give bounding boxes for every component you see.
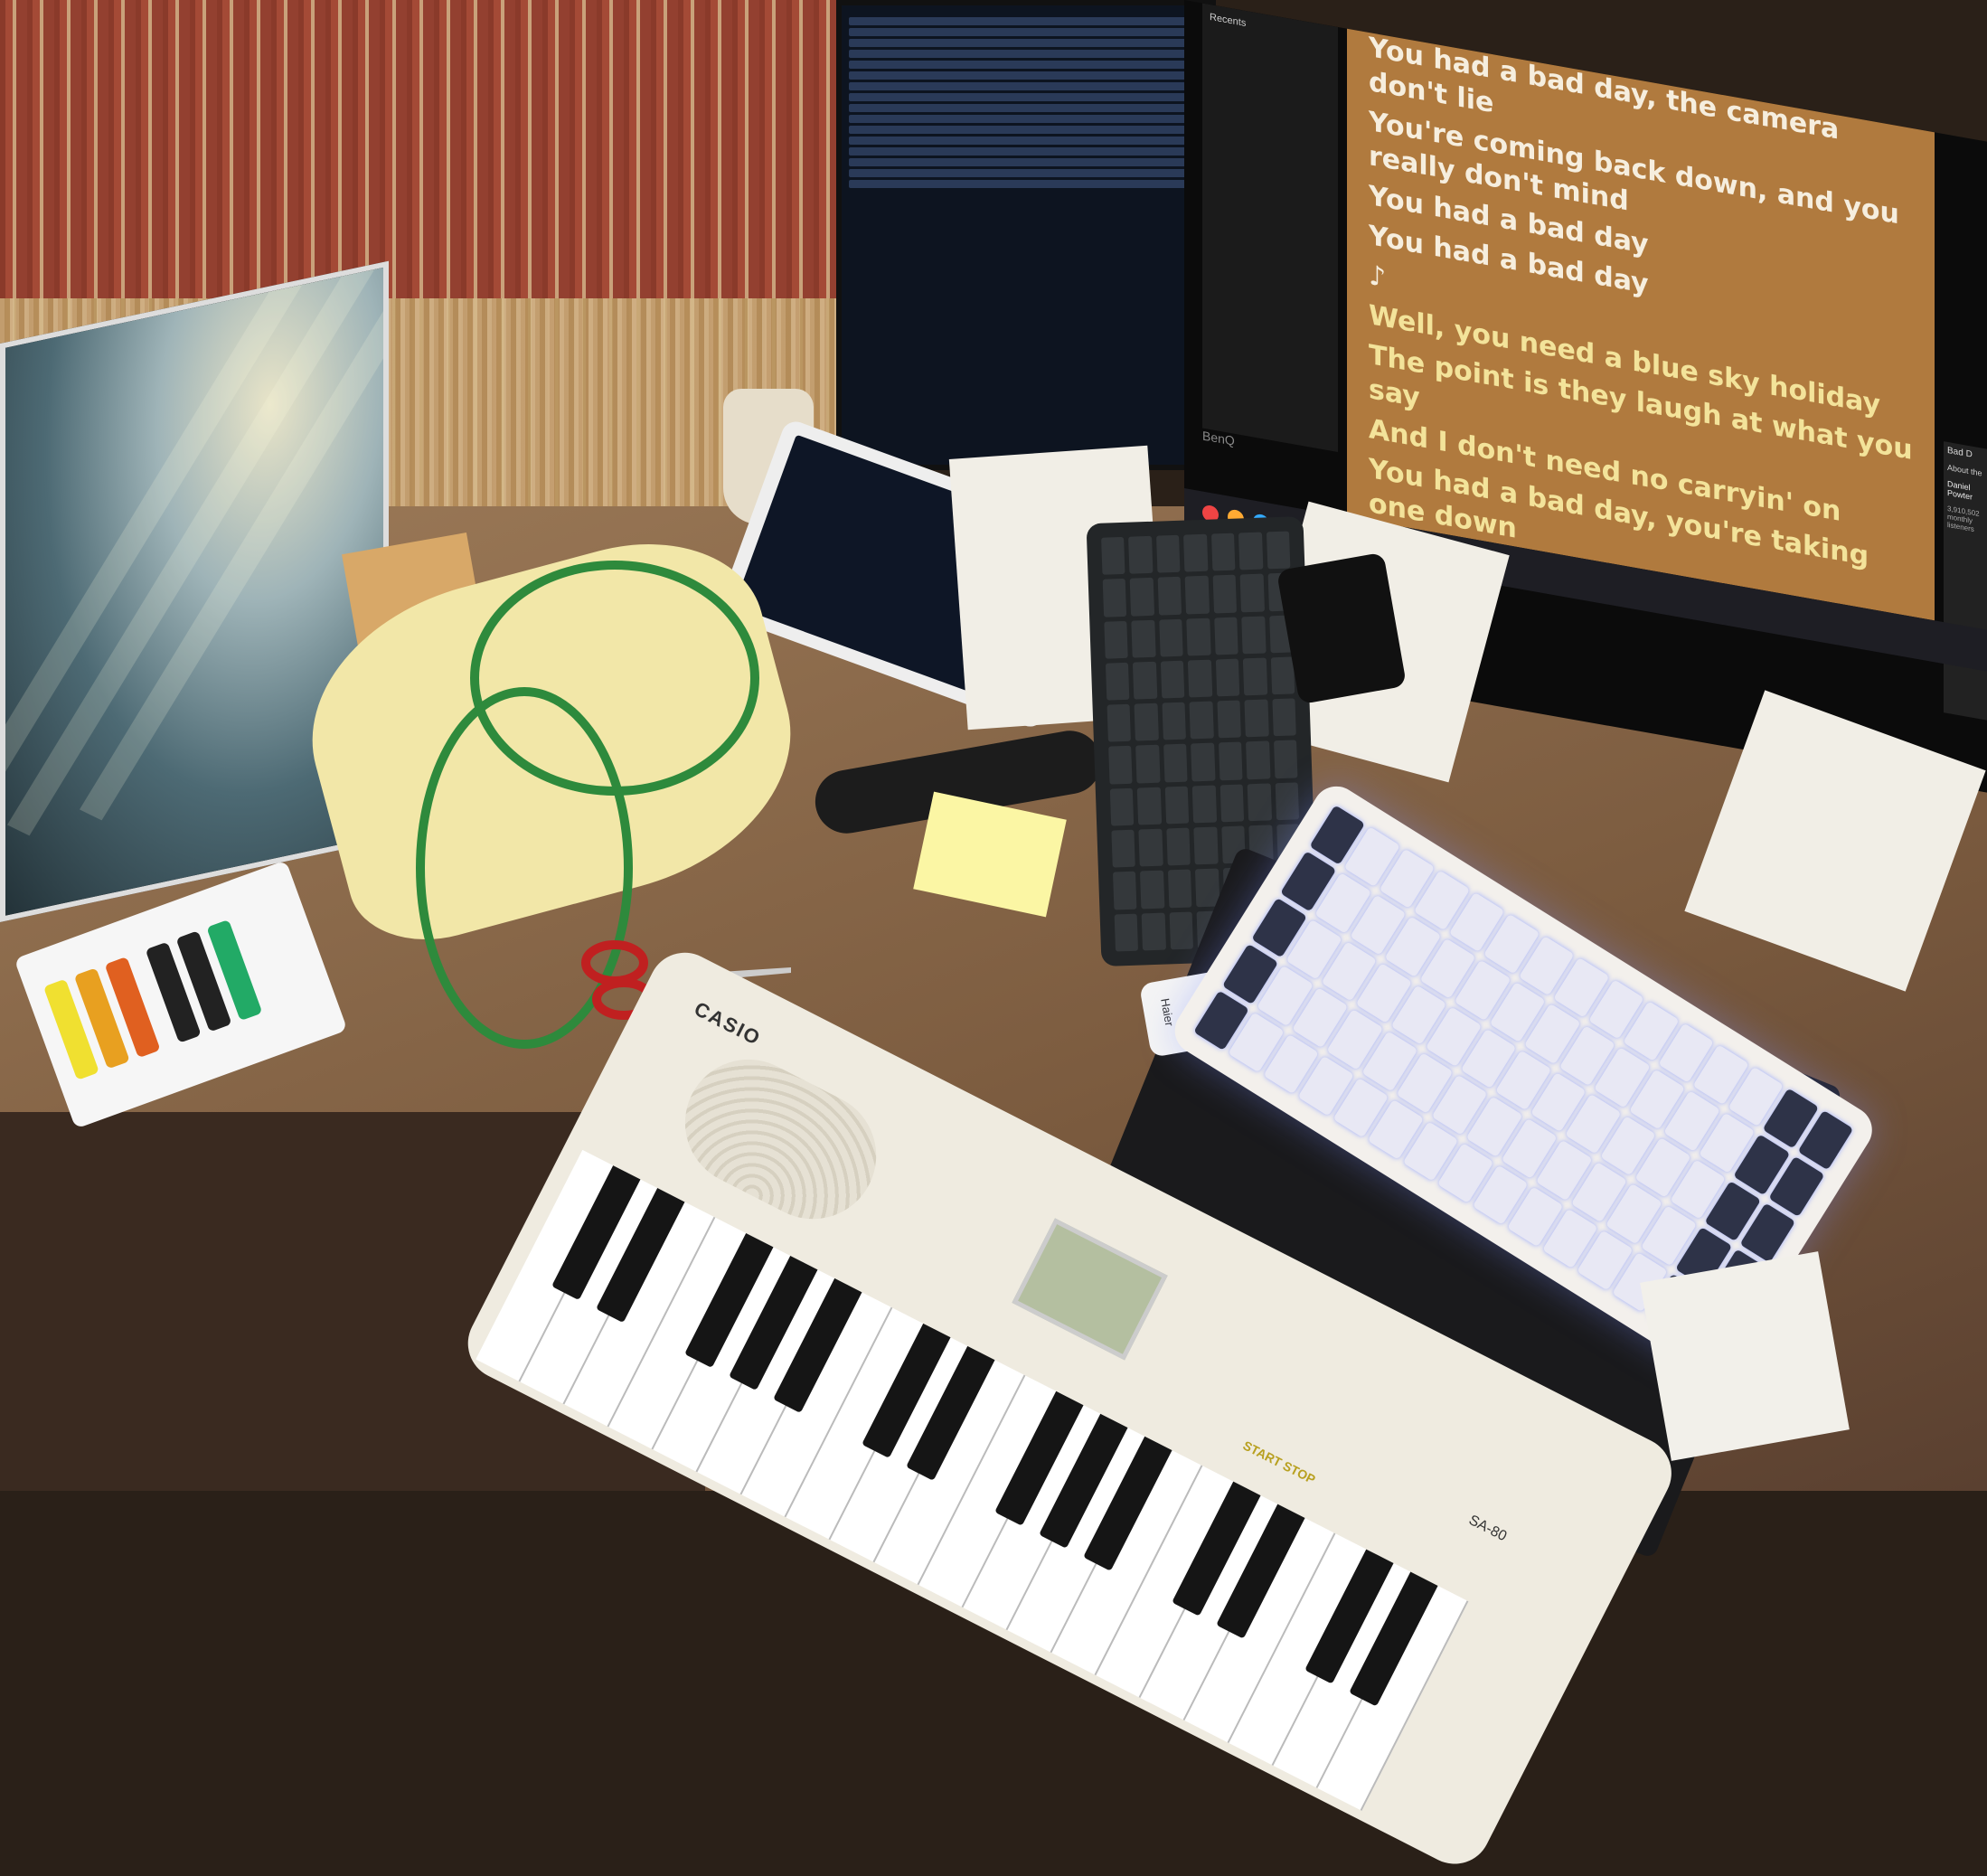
smartphone bbox=[1276, 551, 1408, 705]
index-cards bbox=[1640, 1251, 1850, 1461]
lyrics-panel: You had a bad day, the camera don't lie … bbox=[1347, 10, 1935, 621]
remote-brand: Haier bbox=[1158, 996, 1177, 1028]
spotify-sidebar: Recents bbox=[1202, 3, 1338, 452]
casio-lcd bbox=[1012, 1218, 1168, 1361]
file-explorer-window bbox=[842, 5, 1210, 188]
start-stop-label: START STOP bbox=[1240, 1438, 1318, 1487]
artist-panel: Bad D About the Daniel Powter 3,910,502 … bbox=[1944, 441, 1987, 722]
forest-wallpaper bbox=[0, 260, 389, 916]
casio-brand: CASIO bbox=[690, 996, 766, 1051]
monthly-listeners: 3,910,502 monthly listeners bbox=[1947, 504, 1980, 534]
recents-label[interactable]: Recents bbox=[1202, 4, 1338, 52]
casio-model: SA-80 bbox=[1465, 1512, 1510, 1545]
center-monitor bbox=[836, 0, 1216, 470]
